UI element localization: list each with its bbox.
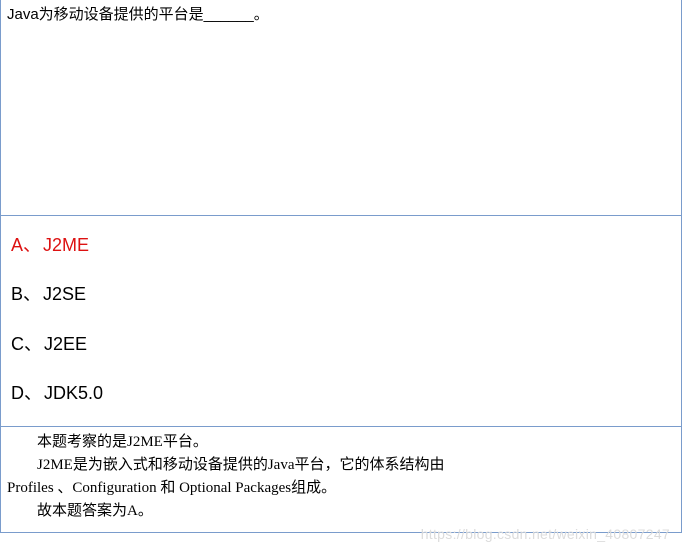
- answer-option-a[interactable]: A、J2ME: [11, 234, 671, 257]
- separator: 、: [23, 284, 41, 304]
- answer-text: J2ME: [43, 235, 89, 255]
- explanation-panel: 本题考察的是J2ME平台。 J2ME是为嵌入式和移动设备提供的Java平台，它的…: [0, 427, 682, 533]
- explanation-line: 故本题答案为A。: [7, 500, 675, 523]
- explanation-line: J2ME是为嵌入式和移动设备提供的Java平台，它的体系结构由: [7, 454, 675, 477]
- question-text: Java为移动设备提供的平台是______。: [7, 4, 675, 25]
- answer-text: J2SE: [43, 284, 86, 304]
- question-panel: Java为移动设备提供的平台是______。: [0, 0, 682, 216]
- separator: 、: [24, 383, 42, 403]
- separator: 、: [23, 235, 41, 255]
- answer-option-b[interactable]: B、J2SE: [11, 283, 671, 306]
- answer-label: B: [11, 284, 23, 304]
- explanation-line: 本题考察的是J2ME平台。: [7, 431, 675, 454]
- separator: 、: [24, 334, 42, 354]
- answer-label: D: [11, 383, 24, 403]
- answer-label: C: [11, 334, 24, 354]
- answer-option-d[interactable]: D、JDK5.0: [11, 382, 671, 405]
- answers-panel: A、J2ME B、J2SE C、J2EE D、JDK5.0: [0, 216, 682, 427]
- answer-text: J2EE: [44, 334, 87, 354]
- explanation-line: Profiles 、Configuration 和 Optional Packa…: [7, 480, 336, 496]
- answer-label: A: [11, 235, 23, 255]
- answer-option-c[interactable]: C、J2EE: [11, 333, 671, 356]
- answer-text: JDK5.0: [44, 383, 103, 403]
